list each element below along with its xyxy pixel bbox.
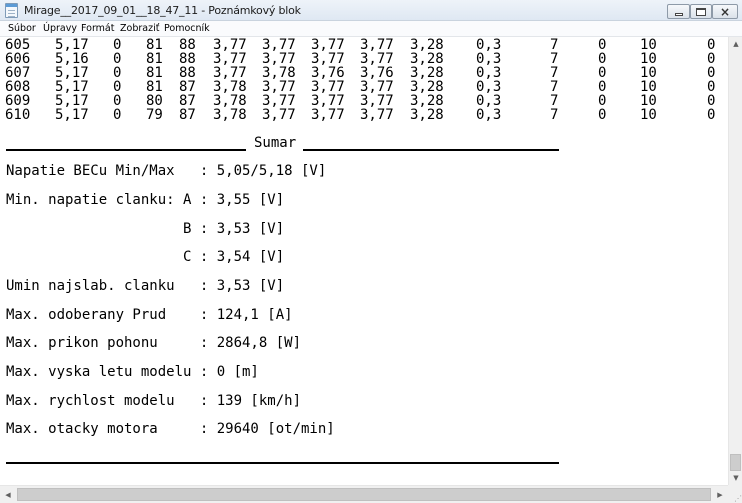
summary-line-max-current: Max. odoberany Prud : 124,1 [A] [6, 307, 293, 323]
data-cell: 10 [640, 107, 657, 123]
maximize-icon [696, 7, 706, 16]
summary-line-becu-voltage: Napatie BECu Min/Max : 5,05/5,18 [V] [6, 163, 327, 179]
data-cell: 5,17 [55, 107, 89, 123]
data-cell: 3,28 [410, 107, 444, 123]
arrow-left-icon[interactable]: ◀ [0, 486, 16, 503]
data-cell: 3,78 [213, 107, 247, 123]
data-cell: 0,3 [476, 107, 502, 123]
data-cell: 0 [113, 107, 122, 123]
menu-format[interactable]: Formát [81, 23, 114, 34]
menu-edit[interactable]: Úpravy [43, 23, 77, 34]
window-title: Mirage__2017_09_01__18_47_11 - Poznámkov… [24, 4, 301, 17]
data-cell: 0 [598, 107, 607, 123]
summary-line-max-altitude: Max. vyska letu modelu : 0 [m] [6, 364, 259, 380]
resize-grip-icon[interactable]: ⋰ [728, 485, 742, 503]
data-row: 608 5,17 0 81 87 3,78 3,77 3,77 3,77 3,28 0,3 7 0 10 0 [0, 79, 728, 95]
summary-heading: Sumar [254, 135, 297, 151]
menu-bar: Súbor Úpravy Formát Zobraziť Pomocník [0, 21, 742, 37]
close-icon: × [719, 4, 731, 19]
summary-line-min-cell-c: C : 3,54 [V] [6, 249, 285, 265]
summary-line-max-rpm: Max. otacky motora : 29640 [ot/min] [6, 421, 335, 437]
data-cell: 79 [146, 107, 163, 123]
divider-left [6, 149, 246, 151]
title-bar: Mirage__2017_09_01__18_47_11 - Poznámkov… [0, 0, 742, 21]
vertical-scroll-thumb[interactable] [730, 454, 741, 471]
summary-line-min-cell-a: Min. napatie clanku: A : 3,55 [V] [6, 192, 285, 208]
menu-view[interactable]: Zobraziť [120, 23, 159, 34]
horizontal-scrollbar[interactable]: ◀ ▶ [0, 485, 728, 503]
minimize-button[interactable] [667, 4, 690, 19]
vertical-scrollbar[interactable]: ▲ ▼ [728, 37, 742, 485]
arrow-down-icon[interactable]: ▼ [729, 471, 742, 485]
data-row: 609 5,17 0 80 87 3,78 3,77 3,77 3,77 3,28 0,3 7 0 10 0 [0, 93, 728, 109]
notepad-icon[interactable] [5, 3, 18, 18]
data-cell: 610 [5, 107, 31, 123]
horizontal-scroll-thumb[interactable] [17, 488, 711, 501]
summary-line-umin-weakest-cell: Umin najslab. clanku : 3,53 [V] [6, 278, 285, 294]
data-row: 605 5,17 0 81 88 3,77 3,77 3,77 3,77 3,28 0,3 7 0 10 0 [0, 37, 728, 53]
data-cell: 0 [707, 107, 716, 123]
data-row: 607 5,17 0 81 88 3,77 3,78 3,76 3,76 3,28 0,3 7 0 10 0 [0, 65, 728, 81]
minimize-icon [674, 12, 683, 16]
arrow-up-icon[interactable]: ▲ [729, 37, 742, 51]
data-cell: 3,77 [262, 107, 296, 123]
data-cell: 7 [550, 107, 559, 123]
data-cell: 3,77 [360, 107, 394, 123]
summary-line-max-power: Max. prikon pohonu : 2864,8 [W] [6, 335, 302, 351]
data-cell: 3,77 [311, 107, 345, 123]
maximize-button[interactable] [690, 4, 712, 19]
divider-bottom [6, 462, 559, 464]
arrow-right-icon[interactable]: ▶ [712, 486, 728, 503]
summary-line-min-cell-b: B : 3,53 [V] [6, 221, 285, 237]
divider-right [303, 149, 559, 151]
close-button[interactable]: × [712, 4, 738, 19]
summary-line-max-speed: Max. rychlost modelu : 139 [km/h] [6, 393, 302, 409]
menu-file[interactable]: Súbor [8, 23, 36, 34]
text-editor[interactable]: 605 5,17 0 81 88 3,77 3,77 3,77 3,77 3,28 0,3 7 0 10 0… [0, 37, 728, 485]
data-cell: 87 [179, 107, 196, 123]
data-row: 610 5,17 0 79 87 3,78 3,77 3,77 3,77 3,28 0,3 7 0 10 0 [0, 107, 728, 123]
data-row: 606 5,16 0 81 88 3,77 3,77 3,77 3,77 3,28 0,3 7 0 10 0 [0, 51, 728, 67]
menu-help[interactable]: Pomocník [164, 23, 210, 34]
